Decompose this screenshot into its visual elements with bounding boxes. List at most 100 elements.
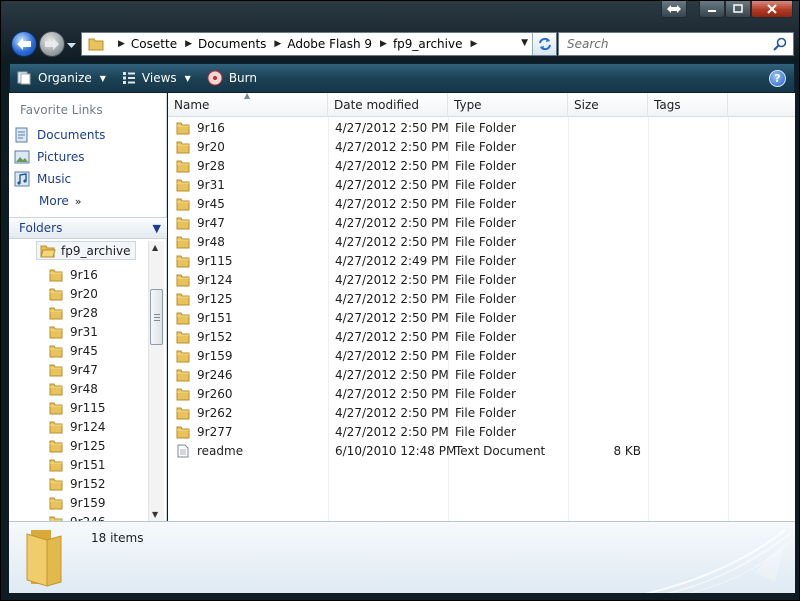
forward-arrow-icon xyxy=(45,38,59,50)
minimize-button[interactable] xyxy=(699,1,725,18)
folder-tree: fp9_archive 9r16 9r20 9r28 9r31 9r45 9r4… xyxy=(9,239,147,521)
tree-scrollbar[interactable]: ▲ ▼ xyxy=(148,241,164,521)
scrollbar-thumb[interactable] xyxy=(150,289,163,345)
close-button[interactable] xyxy=(751,1,793,18)
cell-type: File Folder xyxy=(455,367,516,382)
table-row[interactable]: 9r45 4/27/2012 2:50 PM File Folder xyxy=(168,194,795,213)
folder-icon xyxy=(49,402,63,414)
forward-button[interactable] xyxy=(39,31,65,57)
help-button[interactable]: ? xyxy=(769,70,786,87)
table-row[interactable]: readme 6/10/2010 12:48 PM Text Document 8 K… xyxy=(168,441,795,460)
column-header-size[interactable]: Size xyxy=(568,93,648,117)
search-box[interactable]: Search xyxy=(558,32,794,56)
tree-item[interactable]: 9r47 xyxy=(49,360,98,379)
table-row[interactable]: 9r151 4/27/2012 2:50 PM File Folder xyxy=(168,308,795,327)
cell-size xyxy=(575,137,641,156)
column-header-type[interactable]: Type xyxy=(448,93,568,117)
cell-name: 9r124 xyxy=(176,270,232,289)
table-row[interactable]: 9r20 4/27/2012 2:50 PM File Folder xyxy=(168,137,795,156)
tree-item[interactable]: 9r152 xyxy=(49,474,105,493)
tree-item[interactable]: 9r151 xyxy=(49,455,105,474)
views-button[interactable]: Views ▼ xyxy=(122,71,191,85)
tree-item[interactable]: 9r31 xyxy=(49,322,98,341)
cell-date-modified: 4/27/2012 2:50 PM xyxy=(335,158,449,173)
table-row[interactable]: 9r115 4/27/2012 2:49 PM File Folder xyxy=(168,251,795,270)
resize-button[interactable] xyxy=(661,1,687,18)
cell-date-modified: 4/27/2012 2:50 PM xyxy=(335,310,449,325)
maximize-button[interactable] xyxy=(725,1,751,18)
organize-button[interactable]: Organize ▼ xyxy=(16,71,106,85)
folder-icon xyxy=(176,350,190,362)
breadcrumb-item[interactable]: Cosette ▶ xyxy=(131,37,198,51)
cell-size xyxy=(575,194,641,213)
table-row[interactable]: 9r260 4/27/2012 2:50 PM File Folder xyxy=(168,384,795,403)
scroll-up-icon[interactable]: ▲ xyxy=(152,243,158,252)
cell-date-modified: 4/27/2012 2:50 PM xyxy=(335,215,449,230)
cell-type: File Folder xyxy=(455,291,516,306)
tree-item[interactable]: 9r45 xyxy=(49,341,98,360)
address-bar[interactable]: ▶ Cosette ▶ Documents ▶ Adobe Flash 9 ▶ fp9… xyxy=(81,32,557,56)
folder-icon xyxy=(49,307,63,319)
favorite-link-music[interactable]: Music xyxy=(13,169,71,189)
address-dropdown-icon[interactable]: ▼ xyxy=(521,38,528,48)
close-icon xyxy=(767,4,777,14)
folder-icon xyxy=(176,293,190,305)
column-header-name[interactable]: Name ▲ xyxy=(168,91,328,117)
table-row[interactable]: 9r262 4/27/2012 2:50 PM File Folder xyxy=(168,403,795,422)
folder-icon xyxy=(176,198,190,210)
table-row[interactable]: 9r47 4/27/2012 2:50 PM File Folder xyxy=(168,213,795,232)
file-name: 9r159 xyxy=(197,348,233,363)
tree-item[interactable]: 9r20 xyxy=(49,284,98,303)
breadcrumb-separator[interactable]: ▶ xyxy=(110,39,131,49)
cell-name: 9r28 xyxy=(176,156,225,175)
tree-item[interactable]: 9r115 xyxy=(49,398,105,417)
favorite-link-pictures[interactable]: Pictures xyxy=(13,147,85,167)
favorite-links-title: Favorite Links xyxy=(20,103,103,117)
table-row[interactable]: 9r124 4/27/2012 2:50 PM File Folder xyxy=(168,270,795,289)
table-row[interactable]: 9r159 4/27/2012 2:50 PM File Folder xyxy=(168,346,795,365)
favorite-link-more[interactable]: More » xyxy=(33,191,81,211)
tree-item-label: 9r47 xyxy=(70,362,98,377)
breadcrumb-item[interactable]: fp9_archive ▶ xyxy=(393,37,483,51)
burn-button[interactable]: Burn xyxy=(207,70,257,86)
search-icon[interactable] xyxy=(773,37,787,51)
column-header-date[interactable]: Date modified xyxy=(328,93,448,117)
table-row[interactable]: 9r125 4/27/2012 2:50 PM File Folder xyxy=(168,289,795,308)
cell-type: File Folder xyxy=(455,310,516,325)
navigation-pane: Favorite Links Documents Pictures Music … xyxy=(9,93,167,521)
cell-date-modified: 4/27/2012 2:50 PM xyxy=(335,177,449,192)
column-header-tags[interactable]: Tags xyxy=(648,93,728,117)
cell-size xyxy=(575,384,641,403)
scroll-down-icon[interactable]: ▼ xyxy=(152,510,158,519)
tree-item[interactable]: 9r28 xyxy=(49,303,98,322)
folders-header[interactable]: Folders ▼ xyxy=(9,217,167,239)
views-label: Views xyxy=(141,71,177,85)
refresh-button[interactable] xyxy=(532,33,556,55)
favorite-link-documents[interactable]: Documents xyxy=(13,125,105,145)
cell-type: File Folder xyxy=(455,386,516,401)
table-row[interactable]: 9r246 4/27/2012 2:50 PM File Folder xyxy=(168,365,795,384)
table-row[interactable]: 9r277 4/27/2012 2:50 PM File Folder xyxy=(168,422,795,441)
table-row[interactable]: 9r31 4/27/2012 2:50 PM File Folder xyxy=(168,175,795,194)
breadcrumb-item[interactable]: Documents ▶ xyxy=(198,37,287,51)
back-button[interactable] xyxy=(11,31,37,57)
file-name: 9r260 xyxy=(197,386,233,401)
tree-item[interactable]: 9r246 xyxy=(49,512,105,521)
dropdown-arrow-icon: ▼ xyxy=(184,73,191,83)
recent-pages-dropdown[interactable] xyxy=(67,38,76,52)
tree-item[interactable]: 9r124 xyxy=(49,417,105,436)
file-name: 9r115 xyxy=(197,253,233,268)
breadcrumb-item[interactable]: Adobe Flash 9 ▶ xyxy=(287,37,393,51)
tree-item-label: 9r159 xyxy=(70,495,106,510)
table-row[interactable]: 9r152 4/27/2012 2:50 PM File Folder xyxy=(168,327,795,346)
tree-item-fp9-archive[interactable]: fp9_archive xyxy=(36,241,136,260)
file-name: 9r262 xyxy=(197,405,233,420)
table-row[interactable]: 9r28 4/27/2012 2:50 PM File Folder xyxy=(168,156,795,175)
table-row[interactable]: 9r16 4/27/2012 2:50 PM File Folder xyxy=(168,118,795,137)
tree-item[interactable]: 9r159 xyxy=(49,493,105,512)
tree-item[interactable]: 9r48 xyxy=(49,379,98,398)
burn-disc-icon xyxy=(207,70,223,86)
tree-item[interactable]: 9r16 xyxy=(49,265,98,284)
table-row[interactable]: 9r48 4/27/2012 2:50 PM File Folder xyxy=(168,232,795,251)
tree-item[interactable]: 9r125 xyxy=(49,436,105,455)
